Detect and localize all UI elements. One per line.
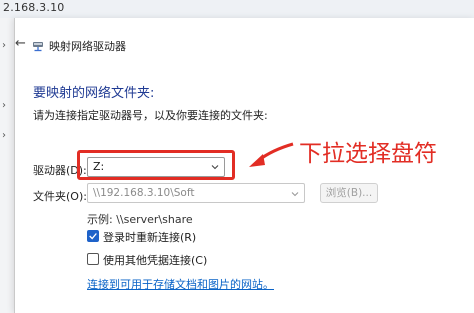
dialog-instruction: 请为连接指定驱动器号，以及你要连接的文件夹:	[33, 109, 268, 122]
explorer-edge-mark: ›	[2, 130, 6, 141]
other-credentials-label: 使用其他凭据连接(C)	[103, 254, 208, 267]
reconnect-checkbox[interactable]	[87, 230, 99, 242]
annotation-highlight-box	[77, 150, 235, 180]
explorer-address-text: 2.168.3.10	[3, 1, 65, 14]
example-text: 示例: \\server\share	[87, 213, 193, 226]
dialog-heading: 要映射的网络文件夹:	[33, 86, 155, 101]
connect-website-link[interactable]: 连接到可用于存储文档和图片的网站。	[87, 276, 274, 292]
folder-path-input[interactable]: \\192.168.3.10\Soft	[87, 183, 305, 203]
map-network-drive-dialog: ← 映射网络驱动器 要映射的网络文件夹: 请为连接指定驱动器号，以及你要连接的文…	[14, 18, 474, 313]
checkmark-icon	[89, 233, 97, 240]
back-arrow-icon[interactable]: ←	[15, 36, 26, 51]
other-credentials-checkbox[interactable]	[87, 253, 99, 265]
dialog-header: ← 映射网络驱动器	[15, 36, 474, 58]
annotation-text: 下拉选择盘符	[299, 141, 437, 167]
browse-button[interactable]: 浏览(B)...	[320, 183, 378, 203]
explorer-left-edge: › › ›	[0, 18, 14, 313]
folder-label: 文件夹(O):	[33, 190, 87, 203]
dialog-title: 映射网络驱动器	[49, 40, 126, 53]
folder-path-value: \\192.168.3.10\Soft	[93, 187, 195, 199]
chevron-down-icon	[291, 192, 299, 197]
reconnect-label: 登录时重新连接(R)	[103, 231, 197, 244]
network-drive-icon	[33, 42, 43, 52]
explorer-edge-mark: ›	[2, 100, 6, 111]
explorer-edge-mark: ›	[2, 40, 6, 51]
explorer-address-strip: 2.168.3.10	[0, 0, 474, 19]
annotation-arrow-icon	[249, 142, 294, 167]
